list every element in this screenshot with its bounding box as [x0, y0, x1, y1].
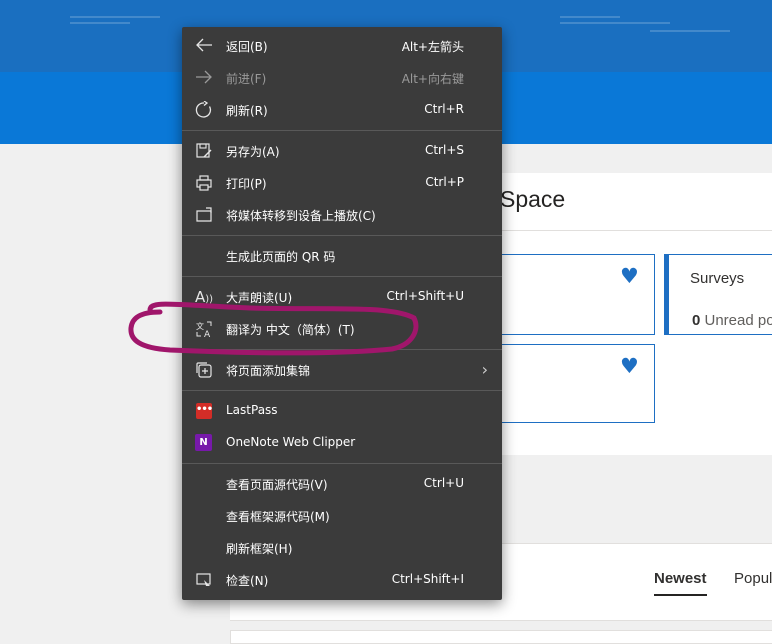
- menu-item-label: 打印(P): [226, 177, 267, 191]
- save-as-icon: [194, 142, 214, 160]
- menu-item-read-aloud[interactable]: A)) 大声朗读(U) Ctrl+Shift+U: [182, 281, 502, 313]
- svg-text:A: A: [204, 330, 211, 338]
- menu-item-translate[interactable]: 文A 翻译为 中文（简体）(T): [182, 313, 502, 345]
- favorite-heart-icon[interactable]: ♥: [620, 266, 639, 287]
- menu-item-shortcut: Ctrl+P: [425, 175, 464, 189]
- menu-item-shortcut: Alt+左箭头: [401, 40, 464, 54]
- lastpass-icon: •••: [196, 403, 213, 419]
- inspect-icon: [194, 571, 214, 589]
- card-subtitle: 0 Unread po: [692, 312, 772, 329]
- menu-item-label: 另存为(A): [226, 145, 280, 159]
- context-menu: 返回(B) Alt+左箭头 前进(F) Alt+向右键 刷新(R) Ctrl+R…: [182, 27, 502, 600]
- menu-item-label: 返回(B): [226, 40, 268, 54]
- menu-item-shortcut: Ctrl+Shift+I: [391, 572, 464, 586]
- menu-item-shortcut: Alt+向右键: [401, 72, 464, 86]
- feed-item: [230, 630, 772, 644]
- menu-item-inspect[interactable]: 检查(N) Ctrl+Shift+I: [182, 564, 502, 596]
- menu-item-label: 将页面添加集锦: [226, 364, 311, 378]
- menu-item-label: 大声朗读(U): [226, 291, 293, 305]
- menu-item-qr-code[interactable]: 生成此页面的 QR 码: [182, 240, 502, 272]
- forward-arrow-icon: [194, 69, 214, 87]
- menu-item-label: 查看页面源代码(V): [226, 478, 328, 492]
- menu-item-label: 刷新框架(H): [226, 542, 293, 556]
- card-title: Surveys: [690, 270, 745, 287]
- menu-item-view-source[interactable]: 查看页面源代码(V) Ctrl+U: [182, 468, 502, 500]
- menu-item-add-to-collections[interactable]: 将页面添加集锦 ›: [182, 354, 502, 386]
- menu-item-back[interactable]: 返回(B) Alt+左箭头: [182, 30, 502, 62]
- menu-separator: [182, 463, 502, 464]
- refresh-icon: [194, 100, 214, 119]
- menu-item-label: 将媒体转移到设备上播放(C): [226, 209, 376, 223]
- tab-popular[interactable]: Popul: [734, 570, 772, 587]
- menu-item-view-frame-source[interactable]: 查看框架源代码(M): [182, 500, 502, 532]
- menu-item-forward[interactable]: 前进(F) Alt+向右键: [182, 62, 502, 94]
- back-arrow-icon: [194, 37, 214, 55]
- menu-item-refresh[interactable]: 刷新(R) Ctrl+R: [182, 94, 502, 126]
- collections-icon: [194, 361, 214, 379]
- menu-item-print[interactable]: 打印(P) Ctrl+P: [182, 167, 502, 199]
- menu-item-shortcut: Ctrl+S: [424, 143, 464, 157]
- menu-item-shortcut: Ctrl+R: [424, 102, 464, 116]
- menu-item-shortcut: Ctrl+Shift+U: [386, 289, 464, 303]
- read-aloud-icon: A)): [194, 288, 214, 306]
- menu-separator: [182, 349, 502, 350]
- tab-newest[interactable]: Newest: [654, 570, 707, 596]
- menu-item-refresh-frame[interactable]: 刷新框架(H): [182, 532, 502, 564]
- menu-item-cast-media[interactable]: 将媒体转移到设备上播放(C): [182, 199, 502, 231]
- onenote-icon: N: [195, 434, 212, 451]
- menu-item-lastpass[interactable]: ••• LastPass: [182, 395, 502, 427]
- menu-separator: [182, 130, 502, 131]
- menu-item-label: 查看框架源代码(M): [226, 510, 330, 524]
- page-title: Space: [500, 186, 566, 212]
- menu-item-save-as[interactable]: 另存为(A) Ctrl+S: [182, 135, 502, 167]
- chevron-right-icon: ›: [481, 360, 488, 379]
- menu-item-label: 翻译为 中文（简体）(T): [226, 323, 355, 337]
- menu-item-shortcut: Ctrl+U: [423, 476, 464, 490]
- menu-item-label: 前进(F): [226, 72, 267, 86]
- cast-icon: [194, 206, 214, 224]
- print-icon: [194, 174, 214, 192]
- favorite-heart-icon[interactable]: ♥: [620, 356, 639, 377]
- menu-separator: [182, 276, 502, 277]
- menu-item-label: OneNote Web Clipper: [226, 435, 356, 449]
- menu-separator: [182, 235, 502, 236]
- menu-item-label: 刷新(R): [226, 104, 268, 118]
- menu-item-label: 生成此页面的 QR 码: [226, 250, 336, 264]
- menu-item-label: 检查(N): [226, 574, 269, 588]
- translate-icon: 文A: [194, 320, 214, 340]
- menu-separator: [182, 390, 502, 391]
- unread-label: Unread po: [700, 312, 772, 329]
- menu-item-label: LastPass: [226, 403, 278, 417]
- divider: [500, 230, 772, 231]
- menu-item-onenote-clipper[interactable]: N OneNote Web Clipper: [182, 427, 502, 459]
- svg-text:文: 文: [196, 321, 204, 331]
